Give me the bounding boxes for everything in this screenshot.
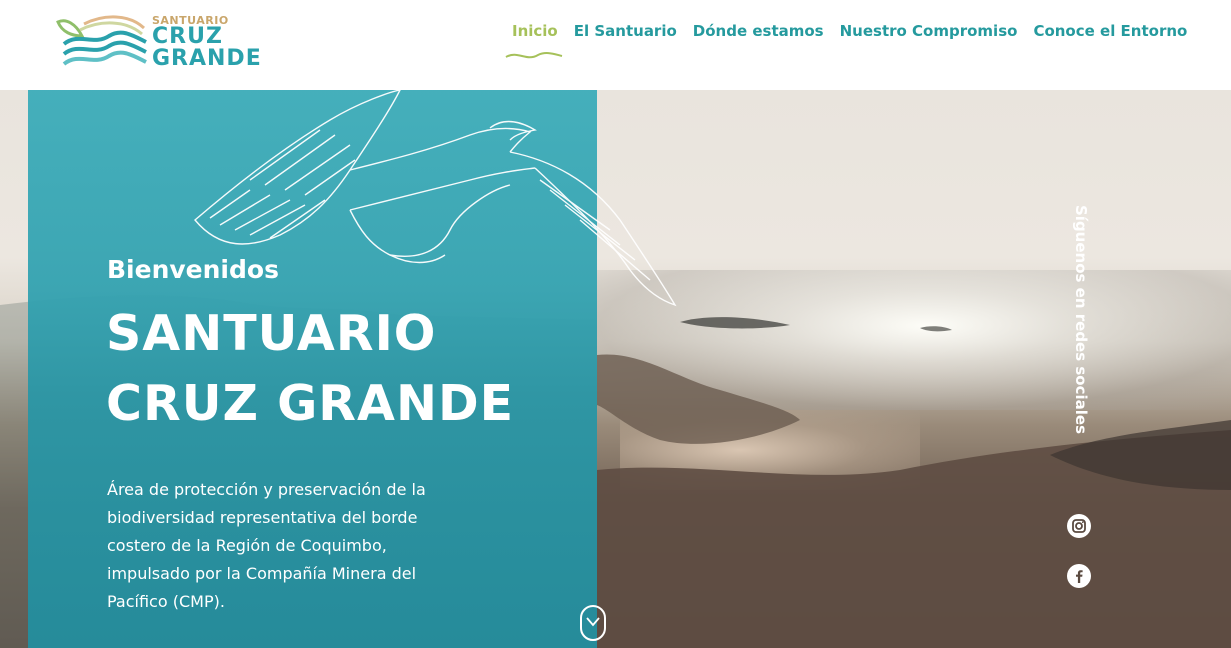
instagram-icon[interactable]: [1067, 514, 1091, 538]
scroll-down-button[interactable]: [580, 605, 606, 641]
active-wave-underline-icon: [505, 52, 563, 59]
chevron-down-icon: [586, 617, 600, 627]
social-follow-label: Síguenos en redes sociales: [1068, 205, 1090, 434]
logo-text-cruz: CRUZ: [152, 24, 223, 49]
logo-text-grande: GRANDE: [152, 46, 262, 71]
hero-welcome: Bienvenidos: [107, 255, 279, 284]
waves-leaf-logo-icon: [56, 15, 147, 66]
social-follow-text: Síguenos en redes sociales: [1072, 205, 1090, 435]
nav-item-nuestro-compromiso[interactable]: Nuestro Compromiso: [832, 18, 1026, 48]
site-logo[interactable]: SANTUARIO CRUZ GRANDE: [54, 12, 284, 74]
seagull-illustration-icon: [194, 90, 677, 307]
facebook-icon[interactable]: [1067, 564, 1091, 588]
hero-title-line1: SANTUARIO: [106, 305, 437, 362]
nav-item-inicio[interactable]: Inicio: [504, 18, 566, 48]
site-header: SANTUARIO CRUZ GRANDE Inicio El Santuari…: [0, 0, 1231, 90]
nav-item-donde-estamos[interactable]: Dónde estamos: [685, 18, 832, 48]
main-nav: Inicio El Santuario Dónde estamos Nuestr…: [504, 18, 1195, 59]
nav-item-el-santuario[interactable]: El Santuario: [566, 18, 685, 48]
hero-title-line2: CRUZ GRANDE: [106, 375, 515, 432]
hero-description: Área de protección y preservación de la …: [107, 480, 426, 611]
hero-section: Bienvenidos SANTUARIO CRUZ GRANDE Área d…: [0, 90, 1231, 648]
nav-item-conoce-el-entorno[interactable]: Conoce el Entorno: [1025, 18, 1195, 48]
